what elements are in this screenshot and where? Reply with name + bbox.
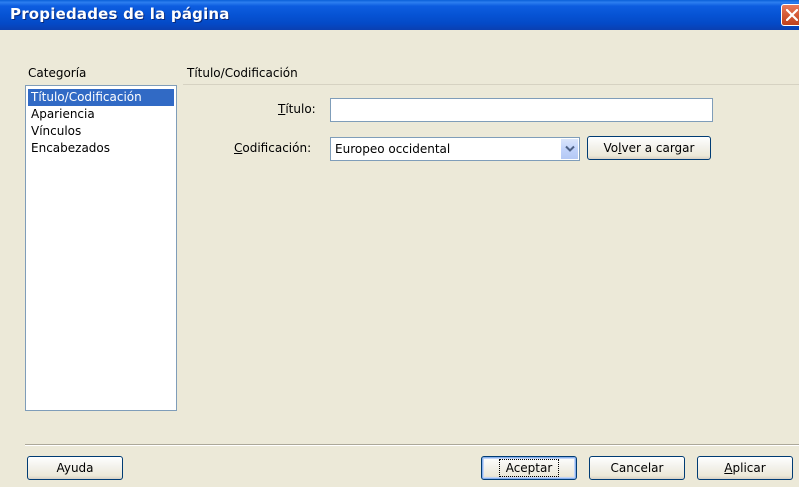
category-list[interactable]: Título/Codificación Apariencia Vínculos … (25, 85, 177, 411)
category-item-encabezados[interactable]: Encabezados (28, 140, 174, 157)
title-input[interactable] (330, 98, 713, 122)
category-item-vinculos[interactable]: Vínculos (28, 123, 174, 140)
footer-divider (25, 444, 799, 446)
window-title: Propiedades de la página (10, 5, 230, 23)
close-icon (786, 9, 798, 21)
help-button[interactable]: Ayuda (27, 456, 123, 480)
encoding-field-label: Codificación: (234, 141, 312, 155)
encoding-dropdown-button[interactable] (560, 139, 578, 159)
accept-button[interactable]: Aceptar (481, 456, 577, 480)
category-item-apariencia[interactable]: Apariencia (28, 106, 174, 123)
apply-button[interactable]: Aplicar (697, 456, 793, 480)
encoding-select-value: Europeo occidental (335, 142, 451, 156)
category-item-titulo-codificacion[interactable]: Título/Codificación (28, 89, 174, 106)
section-divider (183, 84, 799, 85)
encoding-select[interactable]: Europeo occidental (330, 137, 580, 161)
cancel-button[interactable]: Cancelar (589, 456, 685, 480)
title-field-label: Título: (278, 102, 316, 116)
category-label: Categoría (28, 66, 87, 80)
page-properties-dialog: Propiedades de la página Categoría Títul… (0, 0, 799, 487)
section-title: Título/Codificación (187, 66, 298, 80)
chevron-down-icon (565, 145, 575, 152)
close-button[interactable] (781, 4, 799, 26)
title-bar[interactable]: Propiedades de la página (0, 0, 799, 30)
reload-button[interactable]: Volver a cargar (587, 136, 711, 160)
